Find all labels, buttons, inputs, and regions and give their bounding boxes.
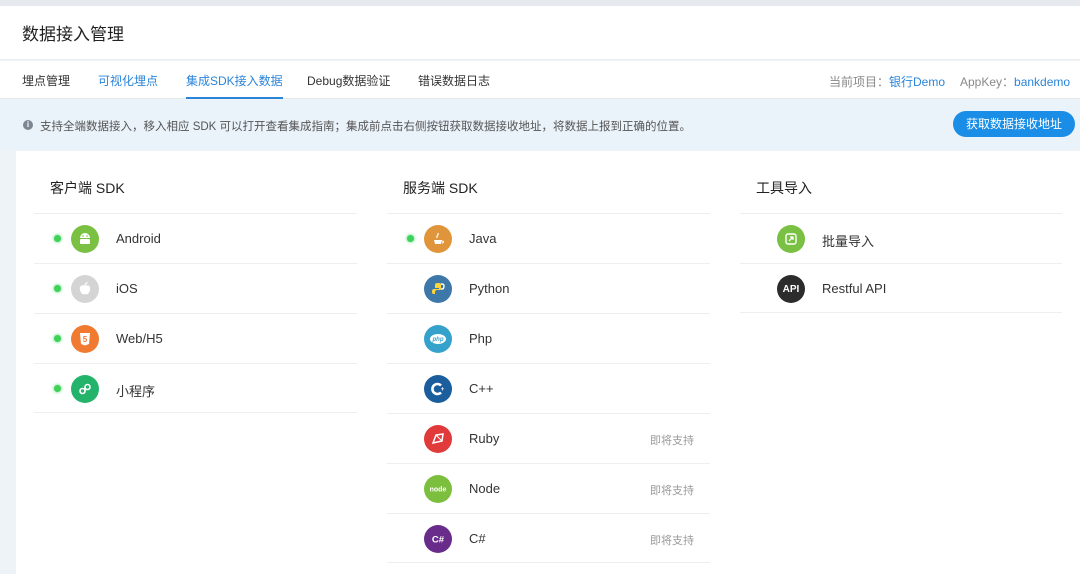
sdk-name: Android bbox=[116, 231, 161, 246]
status-dot bbox=[54, 235, 61, 242]
client-sdk-title: 客户端 SDK bbox=[50, 180, 125, 196]
sdk-item-ios[interactable]: iOS bbox=[34, 263, 357, 313]
sdk-item-python[interactable]: Python bbox=[387, 263, 710, 313]
sdk-item-mini-program[interactable]: 小程序 bbox=[34, 363, 357, 413]
mini-program-icon bbox=[71, 375, 99, 403]
tab-bar: 埋点管理 可视化埋点 集成SDK接入数据 Debug数据验证 错误数据日志 当前… bbox=[0, 61, 1080, 99]
tab-visual-tracking[interactable]: 可视化埋点 bbox=[98, 72, 158, 99]
status-dot bbox=[407, 235, 414, 242]
tab-tracking-management[interactable]: 埋点管理 bbox=[22, 72, 70, 99]
sdk-item-android[interactable]: Android bbox=[34, 213, 357, 263]
status-dot bbox=[54, 335, 61, 342]
sdk-item-java[interactable]: Java bbox=[387, 213, 710, 263]
notice-bar: i 支持全端数据接入，移入相应 SDK 可以打开查看集成指南；集成前点击右侧按钮… bbox=[0, 100, 1080, 150]
sdk-name: Java bbox=[469, 231, 497, 246]
sdk-name: Php bbox=[469, 331, 493, 346]
svg-text:5: 5 bbox=[83, 335, 88, 344]
current-project: 当前项目：银行Demo bbox=[829, 73, 945, 90]
sdk-item-web-h5[interactable]: 5 Web/H5 bbox=[34, 313, 357, 363]
info-icon: i bbox=[23, 120, 33, 130]
android-icon bbox=[71, 225, 99, 253]
api-icon: API bbox=[777, 275, 805, 303]
svg-text:node: node bbox=[430, 487, 447, 494]
status-dot bbox=[54, 285, 61, 292]
sdk-name: Web/H5 bbox=[116, 331, 163, 346]
coming-soon-label: 即将支持 bbox=[650, 535, 694, 547]
sdk-item-csharp[interactable]: C# C# 即将支持 bbox=[387, 513, 710, 563]
php-icon: php bbox=[424, 325, 452, 353]
apple-icon bbox=[71, 275, 99, 303]
sdk-item-php[interactable]: php Php bbox=[387, 313, 710, 363]
sdk-name: C++ bbox=[469, 381, 494, 396]
sdk-item-node[interactable]: node Node 即将支持 bbox=[387, 463, 710, 513]
status-dot bbox=[54, 385, 61, 392]
tool-name: Restful API bbox=[822, 281, 887, 296]
java-icon bbox=[424, 225, 452, 253]
cpp-icon: + bbox=[424, 375, 452, 403]
sdk-item-cpp[interactable]: + C++ bbox=[387, 363, 710, 413]
tool-item-restful-api[interactable]: API Restful API bbox=[740, 263, 1062, 313]
svg-text:+: + bbox=[441, 387, 445, 393]
server-sdk-title: 服务端 SDK bbox=[403, 180, 478, 196]
tab-error-log[interactable]: 错误数据日志 bbox=[418, 72, 490, 99]
sdk-card: 客户端 SDK Android iOS 5 Web/H5 小程序 服务端 SDK… bbox=[16, 151, 1080, 574]
tab-debug-validation[interactable]: Debug数据验证 bbox=[307, 72, 390, 99]
current-project-value[interactable]: 银行Demo bbox=[889, 75, 945, 89]
coming-soon-label: 即将支持 bbox=[650, 485, 694, 497]
coming-soon-label: 即将支持 bbox=[650, 435, 694, 447]
svg-text:php: php bbox=[432, 337, 444, 343]
get-receive-url-button[interactable]: 获取数据接收地址 bbox=[953, 111, 1075, 137]
sdk-item-ruby[interactable]: Ruby 即将支持 bbox=[387, 413, 710, 463]
tools-title: 工具导入 bbox=[756, 180, 812, 196]
sdk-name: C# bbox=[469, 531, 486, 546]
notice-text: 支持全端数据接入，移入相应 SDK 可以打开查看集成指南；集成前点击右侧按钮获取… bbox=[40, 121, 692, 133]
html5-icon: 5 bbox=[71, 325, 99, 353]
page-title: 数据接入管理 bbox=[22, 25, 124, 44]
sdk-name: Node bbox=[469, 481, 501, 496]
page-header: 数据接入管理 bbox=[0, 6, 1080, 60]
sdk-name: iOS bbox=[116, 281, 138, 296]
svg-text:C#: C# bbox=[432, 535, 445, 546]
batch-import-icon bbox=[777, 225, 805, 253]
sdk-name: Ruby bbox=[469, 431, 500, 446]
tool-item-batch-import[interactable]: 批量导入 bbox=[740, 213, 1062, 263]
sdk-name: Python bbox=[469, 281, 510, 296]
node-icon: node bbox=[424, 475, 452, 503]
tool-name: 批量导入 bbox=[822, 234, 875, 249]
appkey-label: AppKey： bbox=[960, 75, 1015, 89]
appkey-value: bankdemo bbox=[1014, 75, 1071, 89]
sdk-name: 小程序 bbox=[116, 384, 156, 399]
csharp-icon: C# bbox=[424, 525, 452, 553]
ruby-icon bbox=[424, 425, 452, 453]
tab-sdk-integration[interactable]: 集成SDK接入数据 bbox=[186, 72, 283, 99]
current-project-label: 当前项目： bbox=[829, 75, 890, 89]
appkey: AppKey：bankdemo bbox=[960, 73, 1070, 90]
python-icon bbox=[424, 275, 452, 303]
